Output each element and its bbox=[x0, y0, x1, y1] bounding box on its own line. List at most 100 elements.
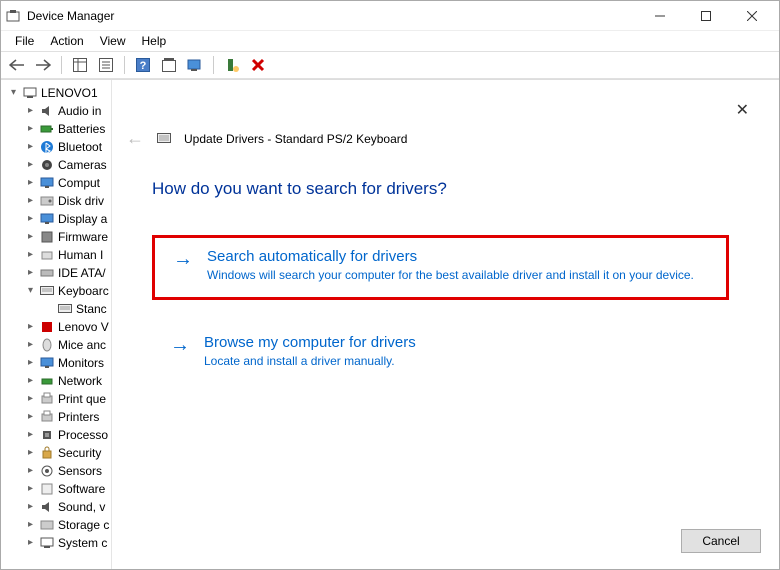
expand-icon[interactable]: ▸ bbox=[25, 448, 36, 459]
device-category-icon bbox=[39, 175, 55, 191]
window-title: Device Manager bbox=[27, 9, 637, 23]
expand-icon[interactable]: ▸ bbox=[25, 268, 36, 279]
collapse-icon[interactable]: ▾ bbox=[8, 88, 19, 99]
expand-icon[interactable]: ▸ bbox=[25, 250, 36, 261]
device-category-icon bbox=[39, 103, 55, 119]
tree-node[interactable]: ▸Software bbox=[3, 480, 119, 498]
expand-icon[interactable]: ▸ bbox=[25, 520, 36, 531]
tree-node-label: IDE ATA/ bbox=[58, 264, 106, 282]
expand-icon[interactable]: ▸ bbox=[25, 142, 36, 153]
option-search-automatically[interactable]: → Search automatically for drivers Windo… bbox=[152, 235, 729, 300]
tree-node-label: Sensors bbox=[58, 462, 102, 480]
tree-node-label: Bluetoot bbox=[58, 138, 102, 156]
tree-node[interactable]: ▸Disk driv bbox=[3, 192, 119, 210]
show-hide-tree-button[interactable] bbox=[68, 53, 92, 77]
tree-node-label: Comput bbox=[58, 174, 100, 192]
expand-icon[interactable]: ▸ bbox=[25, 340, 36, 351]
tree-node[interactable]: ▸Sound, v bbox=[3, 498, 119, 516]
expand-icon[interactable]: ▸ bbox=[25, 196, 36, 207]
tree-node[interactable]: ▸ Cameras bbox=[3, 156, 119, 174]
help-button[interactable]: ? bbox=[131, 53, 155, 77]
expand-icon[interactable]: ▸ bbox=[25, 214, 36, 225]
menu-help[interactable]: Help bbox=[134, 32, 175, 50]
tree-node[interactable]: ▸Firmware bbox=[3, 228, 119, 246]
expand-icon[interactable]: ▸ bbox=[25, 106, 36, 117]
maximize-button[interactable] bbox=[683, 1, 729, 31]
tree-node-label: Keyboarc bbox=[58, 282, 109, 300]
option-desc: Locate and install a driver manually. bbox=[204, 353, 711, 369]
tree-node[interactable]: ▸ Audio in bbox=[3, 102, 119, 120]
tree-root[interactable]: ▾ LENOVO1 bbox=[3, 84, 119, 102]
tree-node-label: Monitors bbox=[58, 354, 104, 372]
tree-node-label: Audio in bbox=[58, 102, 101, 120]
forward-button[interactable] bbox=[31, 53, 55, 77]
close-button[interactable] bbox=[729, 1, 775, 31]
device-category-icon bbox=[39, 373, 55, 389]
toolbar-separator bbox=[61, 56, 62, 74]
option-browse-computer[interactable]: → Browse my computer for drivers Locate … bbox=[152, 324, 729, 383]
tree-node[interactable]: ▸Processo bbox=[3, 426, 119, 444]
add-legacy-hardware-button[interactable] bbox=[220, 53, 244, 77]
dialog-close-button[interactable]: ✕ bbox=[736, 100, 749, 120]
menu-action[interactable]: Action bbox=[42, 32, 91, 50]
toolbar-separator bbox=[213, 56, 214, 74]
window-controls bbox=[637, 1, 775, 31]
expand-icon[interactable]: ▸ bbox=[25, 484, 36, 495]
expand-icon[interactable]: ▸ bbox=[25, 502, 36, 513]
minimize-button[interactable] bbox=[637, 1, 683, 31]
keyboard-icon bbox=[156, 131, 172, 147]
dialog-back-button[interactable]: ← bbox=[126, 128, 144, 149]
expand-icon[interactable]: ▸ bbox=[25, 412, 36, 423]
tree-node[interactable]: ▸ System c bbox=[3, 534, 119, 552]
tree-node-label: Cameras bbox=[58, 156, 107, 174]
tree-node[interactable]: ▸ Network bbox=[3, 372, 119, 390]
dialog-question: How do you want to search for drivers? bbox=[152, 179, 729, 199]
tree-node[interactable]: ▸Mice anc bbox=[3, 336, 119, 354]
tree-leaf[interactable]: Stanc bbox=[3, 300, 119, 318]
collapse-icon[interactable]: ▾ bbox=[25, 286, 36, 297]
expand-icon[interactable]: ▸ bbox=[25, 430, 36, 441]
cancel-button[interactable]: Cancel bbox=[681, 529, 761, 553]
expand-icon[interactable]: ▸ bbox=[25, 466, 36, 477]
tree-root-label: LENOVO1 bbox=[41, 84, 98, 102]
tree-node[interactable]: ▸Print que bbox=[3, 390, 119, 408]
toolbar-separator bbox=[124, 56, 125, 74]
expand-icon[interactable]: ▸ bbox=[25, 538, 36, 549]
tree-node[interactable]: ▸ Printers bbox=[3, 408, 119, 426]
tree-node-label: Printers bbox=[58, 408, 99, 426]
expand-icon[interactable]: ▸ bbox=[25, 358, 36, 369]
tree-node[interactable]: ▸Human I bbox=[3, 246, 119, 264]
tree-node[interactable]: ▸Lenovo V bbox=[3, 318, 119, 336]
tree-node[interactable]: ▸ Monitors bbox=[3, 354, 119, 372]
properties-button[interactable] bbox=[94, 53, 118, 77]
tree-node[interactable]: ▸ IDE ATA/ bbox=[3, 264, 119, 282]
tree-node[interactable]: ▸ Sensors bbox=[3, 462, 119, 480]
expand-icon[interactable]: ▸ bbox=[25, 376, 36, 387]
tree-node[interactable]: ▸ Bluetoot bbox=[3, 138, 119, 156]
expand-icon[interactable]: ▸ bbox=[25, 178, 36, 189]
uninstall-device-button[interactable] bbox=[246, 53, 270, 77]
menu-view[interactable]: View bbox=[92, 32, 134, 50]
tree-node[interactable]: ▸Display a bbox=[3, 210, 119, 228]
expand-icon[interactable]: ▸ bbox=[25, 160, 36, 171]
expand-icon[interactable]: ▸ bbox=[25, 124, 36, 135]
expand-icon[interactable]: ▸ bbox=[25, 232, 36, 243]
expand-icon[interactable]: ▸ bbox=[25, 394, 36, 405]
dialog-footer: Cancel bbox=[681, 529, 761, 553]
action-icon[interactable] bbox=[157, 53, 181, 77]
device-tree[interactable]: ▾ LENOVO1 ▸ Audio in ▸ Batteries ▸ Bluetoot ▸ C… bbox=[1, 80, 121, 556]
back-button[interactable] bbox=[5, 53, 29, 77]
computer-icon bbox=[22, 85, 38, 101]
tree-node[interactable]: ▸ Comput bbox=[3, 174, 119, 192]
expand-icon[interactable]: ▸ bbox=[25, 322, 36, 333]
tree-node[interactable]: ▸ Batteries bbox=[3, 120, 119, 138]
scan-hardware-button[interactable] bbox=[183, 53, 207, 77]
tree-node-label: Batteries bbox=[58, 120, 105, 138]
tree-node-label: System c bbox=[58, 534, 107, 552]
menu-file[interactable]: File bbox=[7, 32, 42, 50]
tree-node-label: Network bbox=[58, 372, 102, 390]
update-drivers-dialog: ✕ ← Update Drivers - Standard PS/2 Keybo… bbox=[111, 80, 779, 569]
tree-node[interactable]: ▾ Keyboarc bbox=[3, 282, 119, 300]
tree-node[interactable]: ▸Storage c bbox=[3, 516, 119, 534]
tree-node[interactable]: ▸Security bbox=[3, 444, 119, 462]
